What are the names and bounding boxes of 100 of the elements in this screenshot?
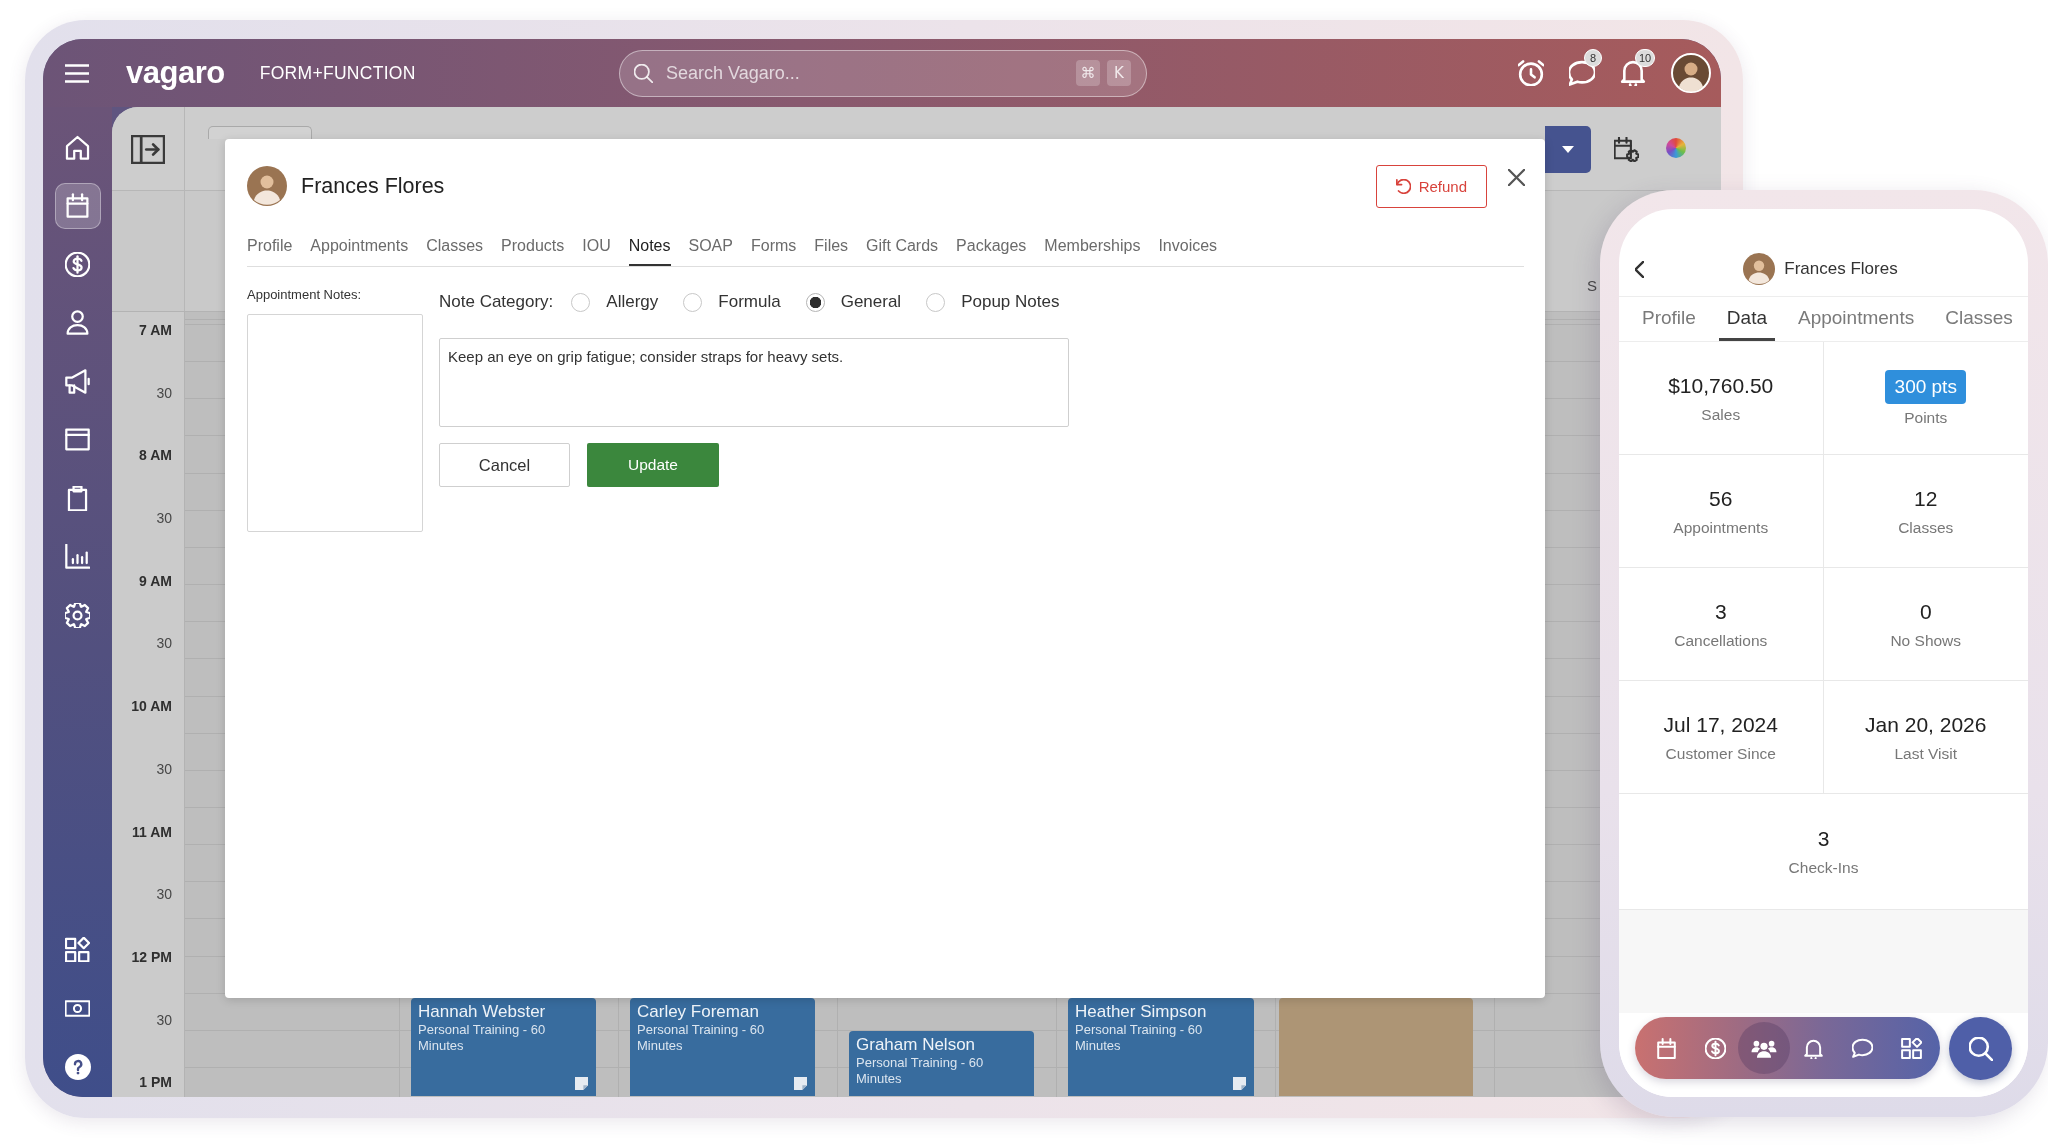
time-label: 30 [156, 1010, 173, 1030]
radio-button[interactable] [571, 292, 591, 312]
collapse-panel-icon[interactable] [131, 135, 165, 164]
bell-icon[interactable] [1620, 60, 1646, 86]
appointment-card[interactable]: Carley Foreman Personal Training - 60 Minutes [630, 998, 815, 1096]
time-label: 12 PM [131, 947, 173, 967]
radio-label[interactable]: Allergy [606, 292, 659, 312]
radio-button[interactable] [805, 292, 825, 312]
service-text: Personal Training - 60 Minutes [418, 1022, 547, 1054]
time-label: 30 [156, 509, 173, 529]
shortcut-key: ⌘ [1076, 60, 1100, 86]
calendar-icon [1655, 1037, 1677, 1059]
tab[interactable]: Appointments [310, 236, 409, 266]
tab[interactable]: Appointments [1790, 297, 1923, 341]
radio-label[interactable]: Popup Notes [961, 292, 1060, 312]
bell-icon [1802, 1037, 1824, 1059]
tab[interactable]: Files [814, 236, 849, 266]
tab[interactable]: Products [501, 236, 565, 266]
home-icon [65, 134, 90, 160]
client-name: Graham Nelson [856, 1034, 976, 1055]
time-label: 7 AM [139, 321, 173, 340]
note-text-field[interactable]: Keep an eye on grip fatigue; consider straps for heavy sets. [439, 338, 1069, 427]
refund-button[interactable]: Refund [1375, 165, 1487, 208]
tab[interactable]: Profile [247, 236, 293, 266]
message-count-badge: 8 [1584, 49, 1602, 67]
tab[interactable]: SOAP [688, 236, 733, 266]
stat-label: Appointments [1673, 517, 1769, 537]
apps-icon [1900, 1037, 1922, 1059]
radio-button[interactable] [683, 292, 703, 312]
tab[interactable]: IOU [582, 236, 611, 266]
menu-icon[interactable] [65, 63, 89, 83]
color-wheel-icon[interactable] [1666, 138, 1686, 158]
appointment-notes-field[interactable] [247, 314, 423, 532]
shortcut-key: K [1107, 60, 1131, 86]
note-icon[interactable] [575, 1077, 588, 1090]
logo[interactable]: vagaro [126, 55, 225, 91]
tab[interactable]: Invoices [1158, 236, 1218, 266]
time-label: 1 PM [139, 1073, 173, 1093]
undo-icon [1395, 179, 1411, 194]
notification-count-badge: 10 [1635, 49, 1656, 67]
calendar-settings-icon[interactable] [1614, 137, 1639, 162]
time-label: 30 [156, 885, 173, 905]
bar-chart-icon [65, 544, 90, 569]
service-text: Personal Training - 60 Minutes [1075, 1022, 1204, 1054]
radio-label[interactable]: General [840, 292, 902, 312]
time-label: 10 AM [131, 697, 173, 717]
tab[interactable]: Forms [750, 236, 797, 266]
megaphone-icon [65, 368, 90, 394]
chat-bubble-icon [1851, 1037, 1873, 1059]
stat-value: Jan 20, 2026 [1865, 711, 1987, 738]
chat-bubble-icon[interactable] [1569, 60, 1595, 86]
appointment-card[interactable]: Graham Nelson Personal Training - 60 Minutes [849, 1031, 1034, 1096]
tab[interactable]: Classes [426, 236, 484, 266]
client-name: Heather Simpson [1075, 1001, 1207, 1022]
service-text: Personal Training - 60 Minutes [856, 1055, 985, 1087]
tab[interactable]: Gift Cards [866, 236, 939, 266]
points-badge: 300 pts [1885, 369, 1967, 404]
tab[interactable]: Memberships [1044, 236, 1141, 266]
time-label: 11 AM [132, 822, 173, 842]
time-label: 30 [156, 383, 173, 403]
tab[interactable]: Data [1718, 297, 1775, 341]
alarm-clock-icon[interactable] [1518, 60, 1544, 86]
time-label: 8 AM [139, 446, 173, 466]
tab[interactable]: Classes [1937, 297, 2021, 341]
sidebar-item[interactable] [54, 182, 101, 229]
tab[interactable]: Notes [628, 236, 671, 266]
dollar-icon [1704, 1037, 1726, 1059]
close-icon[interactable] [1508, 169, 1525, 186]
cancel-button[interactable]: Cancel [439, 443, 570, 487]
note-icon[interactable] [1233, 1077, 1246, 1090]
tab[interactable]: Packages [956, 236, 1027, 266]
radio-label[interactable]: Formula [718, 292, 781, 312]
note-icon[interactable] [794, 1077, 807, 1090]
help-icon[interactable] [64, 1054, 91, 1080]
nav-item[interactable] [1738, 1022, 1790, 1074]
appointment-card[interactable]: Heather Simpson Personal Training - 60 Minutes [1068, 998, 1254, 1096]
client-name: Frances Flores [1784, 259, 1898, 279]
dollar-icon [65, 251, 90, 277]
stat-value: Jul 17, 2024 [1663, 711, 1778, 738]
client-name: Hannah Webster [418, 1001, 546, 1022]
calendar-icon [65, 193, 90, 218]
back-icon[interactable] [1635, 260, 1644, 278]
user-avatar[interactable] [1671, 53, 1711, 93]
client-name: Carley Foreman [637, 1001, 759, 1022]
apps-icon[interactable] [65, 936, 90, 962]
stat-value: 3 [1817, 826, 1830, 852]
time-label: 30 [156, 634, 173, 654]
stat-label: Check-Ins [1788, 858, 1859, 877]
dropdown-button[interactable] [1545, 126, 1591, 173]
stat-value: 56 [1709, 485, 1733, 512]
update-button[interactable]: Update [587, 443, 719, 487]
stat-label: Classes [1898, 517, 1954, 537]
people-icon [1751, 1038, 1777, 1058]
browser-window-icon [65, 427, 90, 452]
radio-button[interactable] [926, 292, 946, 312]
appointment-card[interactable]: Hannah Webster Personal Training - 60 Minutes [411, 998, 596, 1096]
caret-icon [1562, 146, 1574, 153]
tab[interactable]: Profile [1634, 297, 1704, 341]
time-label: 9 AM [139, 571, 173, 591]
search-button[interactable] [1949, 1017, 2012, 1080]
